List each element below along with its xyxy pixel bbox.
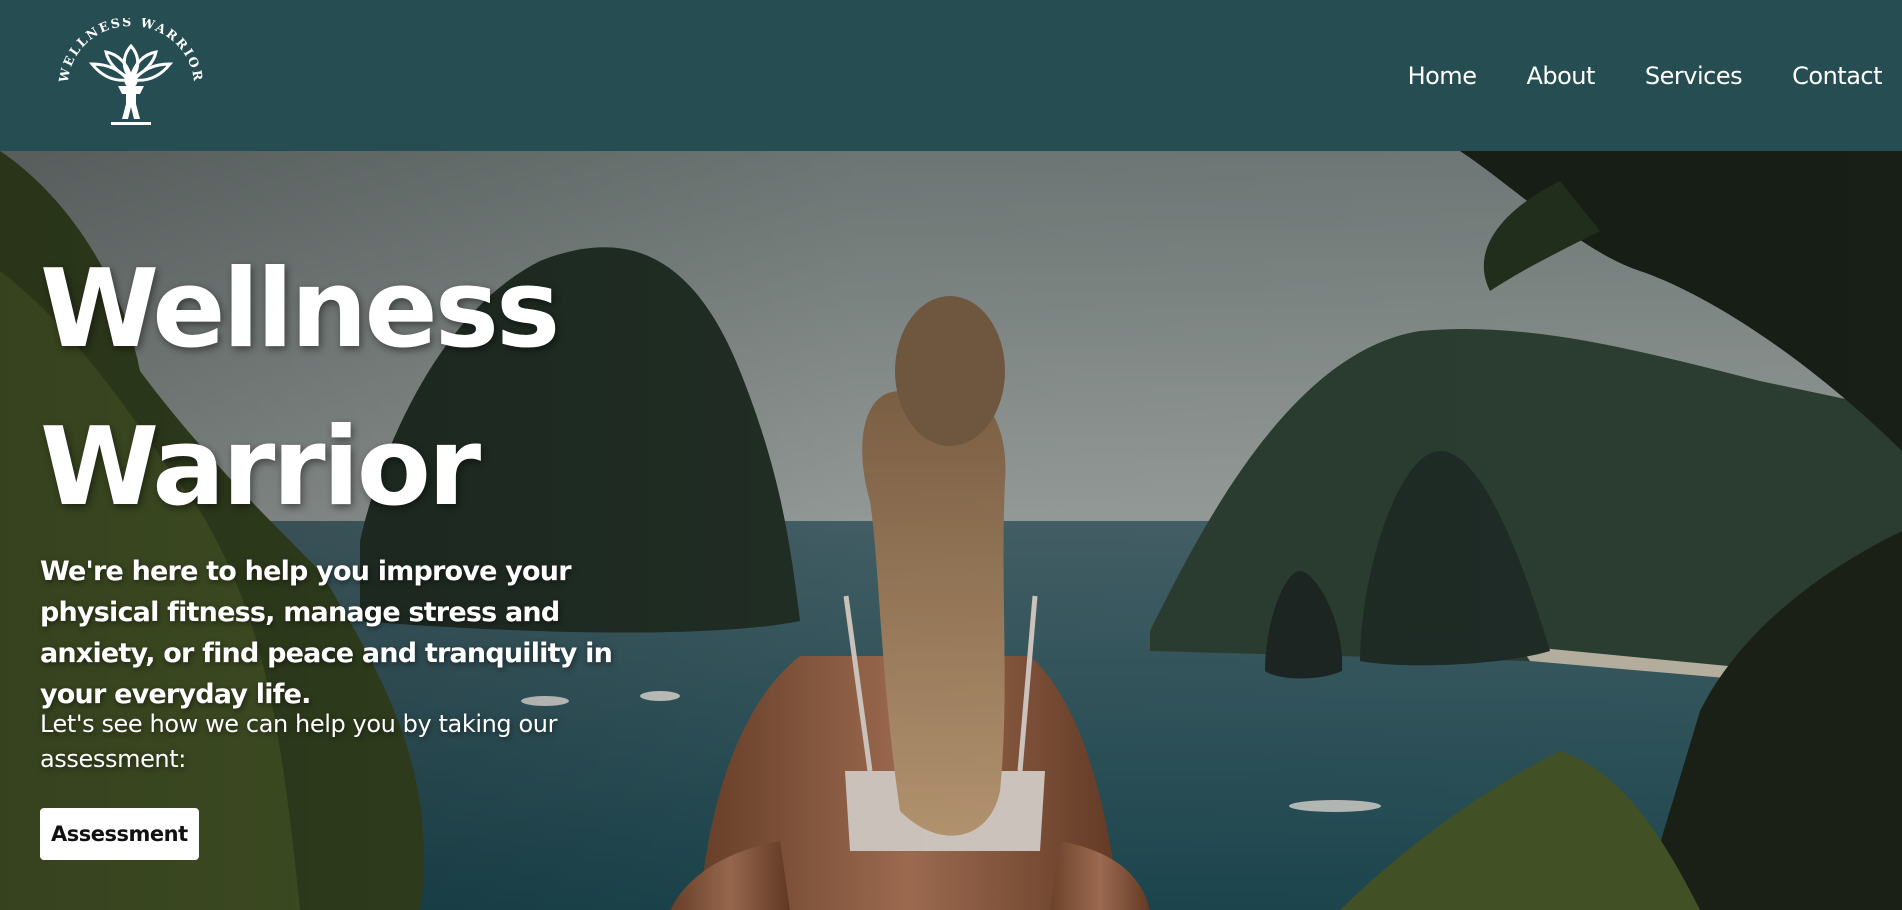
main-nav: Home About Services Contact	[1408, 0, 1883, 151]
hero-lead-text: We're here to help you improve your phys…	[40, 556, 613, 710]
nav-contact-link[interactable]: Contact	[1792, 62, 1882, 90]
assessment-button[interactable]: Assessment	[40, 808, 199, 860]
hero-title-line-1: Wellness	[40, 247, 560, 372]
lotus-person-icon: WELLNESS WARRIOR	[56, 18, 204, 125]
hero-sub-text: Let's see how we can help you by taking …	[40, 710, 558, 773]
hero-title: Wellness Warrior	[40, 231, 560, 547]
hero-section: Wellness Warrior We're here to help you …	[0, 151, 1902, 910]
nav-home-link[interactable]: Home	[1408, 62, 1477, 90]
site-header: WELLNESS WARRIOR Home About Services Con…	[0, 0, 1902, 151]
hero-title-line-2: Warrior	[40, 405, 481, 530]
nav-services-link[interactable]: Services	[1645, 62, 1743, 90]
logo[interactable]: WELLNESS WARRIOR	[56, 18, 206, 133]
nav-about-link[interactable]: About	[1526, 62, 1595, 90]
